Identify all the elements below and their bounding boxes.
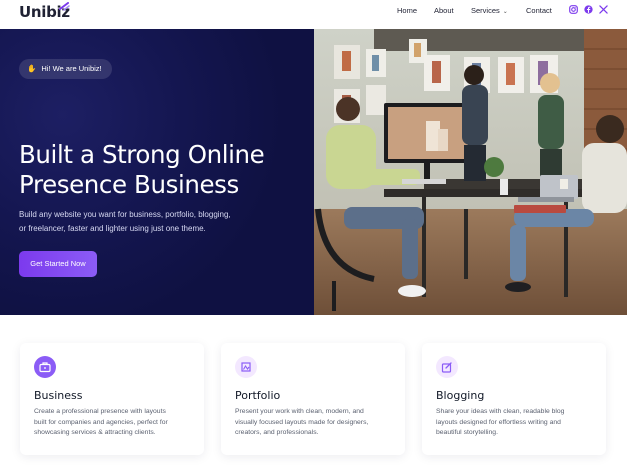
- card-description-line: Present your work with clean, modern, an…: [235, 408, 364, 415]
- briefcase-icon: [34, 356, 56, 378]
- nav-about[interactable]: About: [434, 6, 454, 15]
- card-description-line: built for companies and agencies, perfec…: [34, 418, 168, 426]
- office-photo: [314, 29, 627, 315]
- card-description-line: beautiful storytelling.: [436, 429, 498, 436]
- nav-services[interactable]: Services ⌄: [471, 6, 508, 15]
- card-description-line: layouts designed for effortless writing …: [436, 418, 561, 426]
- card-description-line: Create a professional presence with layo…: [34, 408, 166, 415]
- hero-title-line1: Built a Strong Online: [19, 140, 265, 169]
- card-title: Portfolio: [235, 389, 281, 402]
- card-description: Share your ideas with clean, readable bl…: [436, 407, 592, 439]
- hero-description: Build any website you want for business,…: [19, 208, 259, 235]
- feature-card-portfolio[interactable]: Portfolio Present your work with clean, …: [221, 343, 405, 455]
- hero-badge: ✋ Hi! We are Unibiz!: [19, 59, 112, 79]
- hero-badge-text: Hi! We are Unibiz!: [41, 64, 102, 73]
- edit-icon: [436, 356, 458, 378]
- logo-accent-icon: [59, 2, 70, 11]
- feature-card-blogging[interactable]: Blogging Share your ideas with clean, re…: [422, 343, 606, 455]
- hero-title-line2: Presence Business: [19, 170, 239, 199]
- site-header: Unibiz Home About Services ⌄ Contact: [0, 0, 627, 29]
- card-title: Business: [34, 389, 83, 402]
- hero-description-line1: Build any website you want for business,…: [19, 210, 231, 219]
- hero-section: ✋ Hi! We are Unibiz! Built a Strong Onlin…: [0, 29, 627, 315]
- hero-description-line2: or freelancer, faster and lighter using …: [19, 223, 206, 233]
- hero-text-panel: ✋ Hi! We are Unibiz! Built a Strong Onlin…: [0, 29, 314, 315]
- card-description-line: visually focused layouts made for design…: [235, 418, 369, 426]
- waving-hand-icon: ✋: [27, 64, 37, 73]
- x-twitter-icon[interactable]: [599, 5, 608, 14]
- hero-title: Built a Strong Online Presence Business: [19, 140, 309, 200]
- feature-card-business[interactable]: Business Create a professional presence …: [20, 343, 204, 455]
- nav-services-label: Services: [471, 6, 500, 15]
- card-description-line: showcasing services & attracting clients…: [34, 429, 156, 436]
- chevron-down-icon: ⌄: [502, 9, 508, 15]
- get-started-button[interactable]: Get Started Now: [19, 251, 97, 277]
- portfolio-icon: [235, 356, 257, 378]
- card-description-line: creators, and professionals.: [235, 429, 319, 436]
- facebook-icon[interactable]: [584, 5, 593, 14]
- hero-office-image: [314, 29, 627, 315]
- card-title: Blogging: [436, 389, 485, 402]
- instagram-icon[interactable]: [569, 5, 578, 14]
- card-description: Create a professional presence with layo…: [34, 407, 190, 439]
- nav-contact[interactable]: Contact: [526, 6, 552, 15]
- card-description-line: Share your ideas with clean, readable bl…: [436, 408, 565, 415]
- card-description: Present your work with clean, modern, an…: [235, 407, 391, 439]
- nav-home[interactable]: Home: [397, 6, 417, 15]
